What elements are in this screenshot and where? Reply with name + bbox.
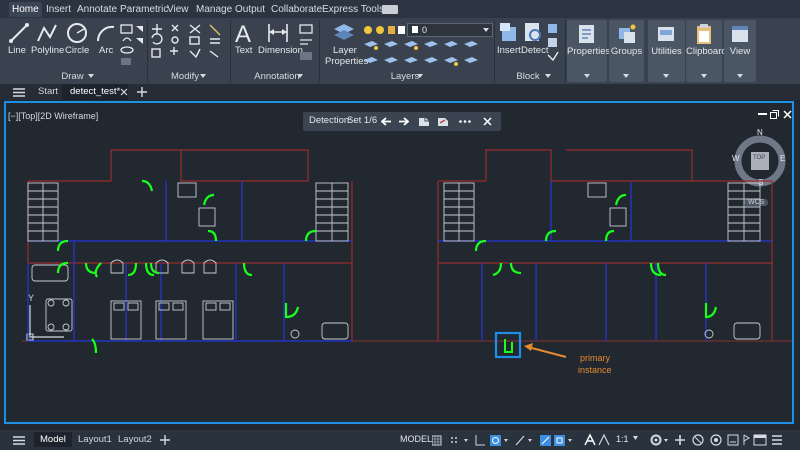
chevron-down-icon[interactable] [297, 74, 303, 78]
tab-layout1[interactable]: Layout1 [72, 432, 118, 447]
clipboard-icon [697, 24, 711, 44]
arc-label: Arc [99, 45, 114, 56]
file-tab-bar: Start detect_test* [0, 84, 800, 100]
properties-icon [579, 25, 594, 43]
view-button[interactable]: View [724, 20, 756, 82]
text-icon[interactable]: A [234, 20, 254, 46]
utilities-icon [658, 27, 674, 41]
tab-layout2[interactable]: Layout2 [112, 432, 158, 447]
line-icon[interactable] [8, 22, 30, 44]
annotation-arrow [527, 346, 567, 358]
current-layer: 0 [422, 25, 428, 35]
circle-label: Circle [65, 45, 90, 56]
polyline-label: Polyline [31, 45, 65, 56]
hamburger-menu-icon[interactable] [13, 88, 25, 97]
tab-insert[interactable]: Insert [43, 2, 74, 17]
tab-express-tools[interactable]: Express Tools [319, 2, 387, 17]
insert-label: Insert [497, 45, 521, 56]
line-label: Line [8, 45, 26, 56]
chevron-down-icon[interactable] [545, 74, 551, 78]
view-label: View [729, 46, 751, 57]
layer-state-icons[interactable] [362, 24, 406, 36]
close-icon[interactable] [120, 88, 128, 96]
modify-tools-icon[interactable] [150, 23, 228, 67]
annotation-scale-icons[interactable] [583, 433, 613, 447]
chevron-down-icon[interactable] [417, 74, 423, 78]
chevron-down-icon[interactable] [200, 74, 206, 78]
svg-text:A: A [235, 21, 251, 46]
tab-collaborate[interactable]: Collaborate [268, 2, 325, 17]
groups-label: Groups [610, 46, 643, 57]
tab-annotate[interactable]: Annotate [74, 2, 120, 17]
chevron-down-icon [623, 74, 629, 78]
layers-panel-label: Layers [390, 71, 420, 82]
insert-block-icon[interactable] [498, 21, 520, 45]
model-space-toggle[interactable]: MODEL [400, 434, 432, 444]
drawing-viewport[interactable]: [−][Top][2D Wireframe] Detection: Set 1/… [4, 101, 794, 424]
hamburger-menu-icon[interactable] [13, 436, 25, 445]
detect-label: Detect [521, 45, 549, 56]
chevron-down-icon [584, 74, 590, 78]
annotation-scale[interactable]: 1:1 [616, 434, 629, 444]
annotation-panel-label: Annotation [254, 71, 300, 82]
utilities-button[interactable]: Utilities [648, 20, 685, 82]
text-label: Text [235, 45, 253, 56]
draw-panel-label: Draw [61, 71, 84, 82]
annotation-small-tools-icon[interactable] [298, 24, 316, 68]
detect-block-icon[interactable] [522, 21, 544, 45]
modify-panel-label: Modify [171, 71, 199, 82]
dimension-label: Dimension [258, 45, 303, 56]
groups-button[interactable]: Groups [609, 20, 644, 82]
arc-icon[interactable] [95, 22, 117, 44]
annotation-label-line2: instance [578, 365, 612, 375]
chevron-down-icon [483, 28, 489, 32]
draw-small-tools-icon[interactable] [119, 23, 145, 79]
new-tab-plus-icon[interactable] [137, 87, 147, 97]
floor-plan-drawing [22, 149, 792, 359]
ribbon: Line Polyline Circle Arc Draw Modify A T… [0, 18, 800, 85]
status-bar: Model Layout1 Layout2 MODEL 1:1 [0, 430, 800, 450]
tab-home[interactable]: Home [9, 2, 42, 17]
tab-output[interactable]: Output [232, 2, 268, 17]
more-tabs-icon[interactable] [382, 5, 398, 14]
view-icon [732, 26, 748, 42]
chevron-down-icon [701, 74, 707, 78]
block-panel-label: Block [516, 71, 540, 82]
tab-model[interactable]: Model [34, 432, 72, 447]
layer-properties-label-1: Layer [333, 45, 357, 56]
primary-instance-highlight [494, 331, 522, 359]
ribbon-tab-bar: Home Insert Annotate Parametric View Man… [0, 0, 800, 18]
chevron-down-icon [663, 74, 669, 78]
layer-tools-icons[interactable] [362, 40, 494, 70]
chevron-down-icon[interactable] [633, 436, 638, 440]
utilities-label: Utilities [651, 46, 682, 57]
chevron-down-icon [737, 74, 743, 78]
chevron-down-icon[interactable] [88, 74, 94, 78]
properties-button[interactable]: Properties [567, 20, 611, 82]
tab-view[interactable]: View [164, 2, 192, 17]
circle-icon[interactable] [65, 21, 89, 45]
properties-label: Properties [567, 46, 611, 57]
layer-dropdown[interactable]: 0 [407, 23, 493, 37]
clipboard-label: Clipboard [686, 46, 727, 57]
polyline-icon[interactable] [36, 22, 58, 44]
dimension-icon[interactable] [266, 22, 290, 44]
groups-icon [619, 24, 636, 43]
block-small-tools-icon[interactable] [546, 23, 560, 67]
add-layout-plus-icon[interactable] [160, 435, 170, 445]
clipboard-button[interactable]: Clipboard [686, 20, 727, 82]
tab-detect-test[interactable]: detect_test* [62, 84, 129, 100]
annotation-label-line1: primary [580, 353, 611, 363]
status-tools-right-icons[interactable] [650, 433, 795, 447]
tab-manage[interactable]: Manage [193, 2, 235, 17]
tab-start[interactable]: Start [30, 84, 66, 100]
layer-properties-icon[interactable] [332, 22, 356, 44]
